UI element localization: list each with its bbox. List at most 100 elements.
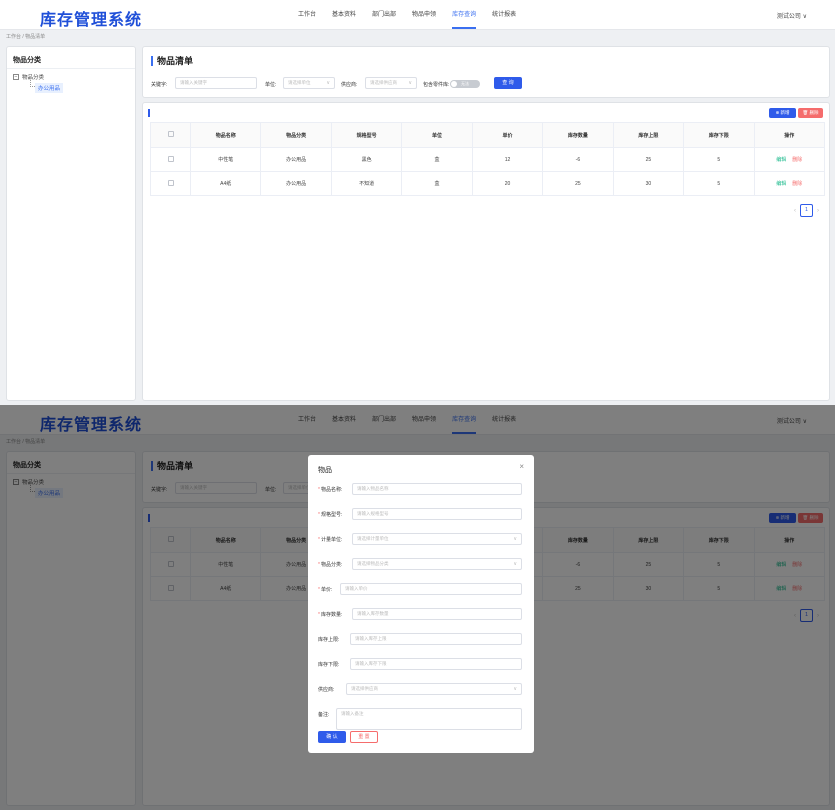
table-cell: 黑色 [330, 147, 403, 172]
category-sidebar: 物品分类 − 物品分类 办公用品 [6, 46, 136, 401]
required-mark: * [318, 562, 320, 568]
breadcrumb: 工作台 / 物品清单 [6, 34, 46, 40]
table-cell: 30 [612, 171, 685, 196]
category-select[interactable]: 请选择物品分类 ∨ [352, 558, 522, 570]
nav-item-stock-query[interactable]: 库存查询 [452, 0, 477, 29]
select-all-checkbox[interactable] [167, 131, 174, 137]
table-row[interactable]: 中性笔 办公用品 黑色 盒 12 -6 25 5 编辑删除 [150, 147, 825, 172]
field-label: 库存下限: [318, 662, 340, 668]
reset-button[interactable]: 重 置 [350, 731, 378, 743]
field-label-text: 单价: [320, 587, 333, 593]
pagination: ‹ 1 › [790, 204, 823, 217]
page-number[interactable]: 1 [800, 204, 813, 217]
field-label: 供应商: [318, 687, 335, 693]
zero-stock-switch[interactable]: 无法 [450, 80, 480, 88]
unit-select[interactable]: 请选择单位 ∨ [283, 77, 335, 89]
required-mark: * [318, 537, 320, 543]
dialog-title: 物品 [318, 467, 332, 474]
confirm-button[interactable]: 确 认 [318, 731, 346, 743]
field-label-text: 库存数量: [320, 612, 343, 618]
company-switcher[interactable]: 测试公司 ∨ [777, 11, 807, 20]
field-category: *物品分类: 请选择物品分类 ∨ [318, 558, 522, 570]
field-label: *单价: [318, 586, 332, 593]
query-button[interactable]: 查 询 [494, 77, 522, 89]
sidebar-title: 物品分类 [7, 47, 135, 69]
stock-min-input[interactable]: 请输入库存下限 [350, 658, 522, 670]
column-header: 库存下限 [683, 122, 755, 148]
column-header: 库存上限 [612, 122, 685, 148]
main-nav: 工作台 基本资料 部门出部 物品申领 库存查询 统计报表 [290, 0, 524, 30]
collapse-icon[interactable]: − [13, 74, 19, 80]
nav-item-workbench[interactable]: 工作台 [298, 0, 316, 30]
zero-stock-label: 包含零件库: [423, 82, 450, 88]
row-select-cell [150, 147, 191, 172]
item-name-input[interactable]: 请输入物品名称 [352, 483, 522, 495]
stock-max-input[interactable]: 请输入库存上限 [350, 633, 522, 645]
remark-textarea[interactable]: 请输入备注 [336, 708, 522, 730]
field-label: *规格型号: [318, 511, 342, 518]
field-supplier: 供应商: 请选择供应商 ∨ [318, 683, 522, 695]
screen-modal: 库存管理系统 工作台 基本资料 部门出部 物品申领 库存查询 统计报表 测试公司… [0, 405, 835, 810]
nav-item-reports[interactable]: 统计报表 [492, 0, 516, 30]
tree-root-node[interactable]: − 物品分类 [13, 73, 44, 81]
nav-item-department[interactable]: 部门出部 [372, 0, 396, 30]
required-mark: * [318, 487, 320, 493]
row-edit-link[interactable]: 编辑 [776, 157, 786, 163]
price-input[interactable]: 请输入单价 [340, 583, 522, 595]
field-label-text: 物品分类: [320, 562, 343, 568]
field-label: *物品名称: [318, 486, 342, 493]
field-spec: *规格型号: 请输入规格型号 [318, 508, 522, 520]
field-price: *单价: 请输入单价 [318, 583, 522, 595]
table-cell: 不知道 [330, 171, 403, 196]
search-panel: 物品清单 关键字: 请输入关键字 单位: 请选择单位 ∨ 供应商: 请选择供应商 ∨… [142, 46, 830, 98]
chevron-down-icon: ∨ [802, 14, 807, 20]
keyword-input[interactable]: 请输入关键字 [175, 77, 257, 89]
row-actions: 编辑删除 [753, 171, 825, 196]
field-label: *库存数量: [318, 611, 342, 618]
chevron-down-icon: ∨ [513, 561, 517, 567]
table-cell: -6 [542, 147, 614, 172]
category-select-placeholder: 请选择物品分类 [357, 561, 389, 566]
table-cell: A4纸 [189, 171, 262, 196]
tree-node-office-supplies[interactable]: 办公用品 [35, 83, 64, 93]
column-header: 规格型号 [330, 122, 403, 148]
row-delete-link[interactable]: 删除 [792, 157, 802, 163]
table-row[interactable]: A4纸 办公用品 不知道 盒 20 25 30 5 编辑删除 [150, 171, 825, 196]
delete-button[interactable]: 🗑 删除 [798, 108, 823, 118]
prev-page-icon[interactable]: ‹ [794, 208, 796, 214]
field-label-text: 计量单位: [320, 537, 343, 543]
supplier-select[interactable]: 请选择供应商 ∨ [346, 683, 522, 695]
column-header: 单位 [401, 122, 473, 148]
row-edit-link[interactable]: 编辑 [776, 181, 786, 187]
next-page-icon[interactable]: › [817, 208, 819, 214]
nav-item-requisition[interactable]: 物品申领 [412, 0, 436, 30]
switch-text: 无法 [461, 81, 469, 86]
table-cell: 25 [612, 147, 685, 172]
supplier-label: 供应商: [341, 82, 358, 88]
table-cell: 20 [471, 171, 544, 196]
table-cell: 25 [542, 171, 614, 196]
row-delete-link[interactable]: 删除 [792, 181, 802, 187]
row-checkbox[interactable] [167, 179, 174, 186]
field-label: *物品分类: [318, 561, 342, 568]
column-header: 单价 [471, 122, 544, 148]
item-dialog: 物品 × *物品名称: 请输入物品名称 *规格型号: 请输入规格型号 *计量单位: 请… [308, 455, 534, 753]
table-cell: 盒 [401, 171, 473, 196]
close-icon[interactable]: × [519, 462, 524, 471]
required-mark: * [318, 512, 320, 518]
select-all-cell [150, 122, 191, 148]
spec-input[interactable]: 请输入规格型号 [352, 508, 522, 520]
nav-item-basic-data[interactable]: 基本资料 [332, 0, 356, 30]
row-checkbox[interactable] [167, 155, 174, 162]
unit-label: 单位: [265, 82, 277, 88]
table-header-row: 物品名称 物品分类 规格型号 单位 单价 库存数量 库存上限 库存下限 操作 [150, 122, 825, 148]
field-label-text: 物品名称: [320, 487, 343, 493]
stock-input[interactable]: 请输入库存数量 [352, 608, 522, 620]
unit-select[interactable]: 请选择计量单位 ∨ [352, 533, 522, 545]
table-cell: 5 [683, 171, 755, 196]
screen-list: 库存管理系统 工作台 基本资料 部门出部 物品申领 库存查询 统计报表 测试公司… [0, 0, 835, 405]
company-name: 测试公司 [776, 14, 801, 20]
add-button[interactable]: ⊕ 新增 [769, 108, 796, 118]
supplier-select[interactable]: 请选择供应商 ∨ [365, 77, 417, 89]
field-label: 库存上限: [318, 637, 340, 643]
